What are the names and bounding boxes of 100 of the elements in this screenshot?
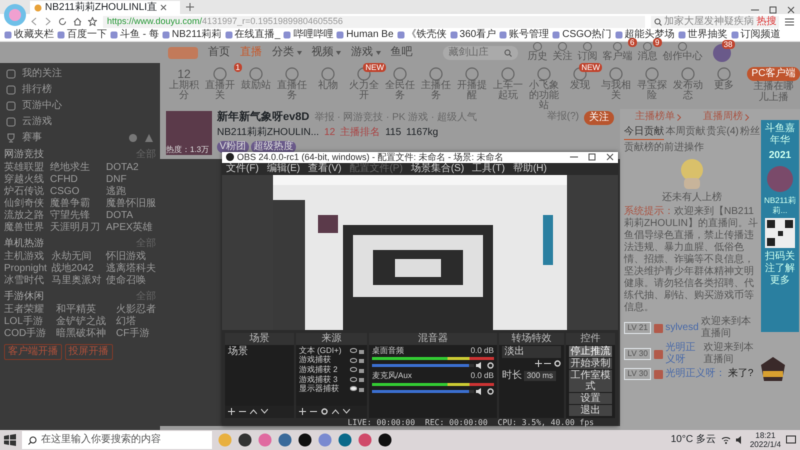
- bookmark-link[interactable]: 账号管理: [499, 29, 550, 41]
- category-link[interactable]: DOTA: [106, 210, 156, 222]
- volume-slider-fill[interactable]: [372, 390, 469, 393]
- toolbar-item[interactable]: 寻宝探险: [634, 67, 670, 101]
- toolbar-item[interactable]: 12 上期积分: [166, 67, 202, 102]
- forward-icon[interactable]: [44, 17, 52, 26]
- nav-link[interactable]: 游戏: [351, 46, 373, 60]
- category-link[interactable]: 英雄联盟: [4, 162, 44, 174]
- follow-button[interactable]: 关注: [584, 111, 614, 125]
- close-icon[interactable]: [787, 6, 795, 14]
- stream-thumbnail[interactable]: 热度：1.3万: [166, 111, 212, 155]
- ranking-tab[interactable]: 本周贡献: [665, 125, 706, 140]
- category-link[interactable]: 逃离塔科夫: [106, 263, 156, 275]
- ranking-link[interactable]: 直播周榜: [702, 111, 743, 123]
- sidebar-link[interactable]: 赛事: [22, 132, 42, 144]
- address-bar[interactable]: https://www.douyu.com/4131997_r=0.19519899804605556: [103, 16, 645, 28]
- category-link[interactable]: 永劫无间: [51, 251, 102, 263]
- transition-dropdown[interactable]: 淡出: [502, 346, 561, 358]
- chat-username[interactable]: sylvesd: [665, 322, 699, 334]
- scene-item[interactable]: 场景: [228, 346, 291, 358]
- category-link[interactable]: 金铲铲之战: [56, 316, 106, 328]
- toolbar-item[interactable]: 主播任务: [418, 67, 454, 101]
- toolbar-item[interactable]: 直播任务: [274, 67, 310, 101]
- ranking-link[interactable]: 主播榜单: [634, 111, 675, 123]
- notification-icon[interactable]: [786, 435, 796, 445]
- eye-icon[interactable]: [350, 358, 357, 363]
- header-link[interactable]: 创作中心: [662, 42, 702, 63]
- back-icon[interactable]: [30, 17, 38, 26]
- ranking-tab[interactable]: 粉丝: [740, 125, 760, 140]
- eye-icon[interactable]: [350, 348, 357, 354]
- home-icon[interactable]: [73, 17, 82, 26]
- category-link[interactable]: Propnight: [4, 263, 47, 275]
- new-tab-icon[interactable]: [186, 3, 194, 11]
- category-link[interactable]: 王者荣耀: [4, 304, 46, 316]
- taskbar-app-icon[interactable]: [298, 433, 312, 447]
- category-link[interactable]: CFHD: [50, 174, 100, 186]
- sidebar-link[interactable]: 排行榜: [4, 82, 156, 97]
- category-link[interactable]: 仙剑奇侠: [4, 198, 44, 210]
- menu-item[interactable]: 文件(F): [226, 162, 259, 175]
- toolbar-item[interactable]: 上车一起玩: [490, 67, 526, 101]
- taskbar-search-field[interactable]: 在这里输入你要搜索的内容: [22, 431, 212, 449]
- sidebar-link[interactable]: 我的关注: [4, 66, 156, 81]
- move-up-icon[interactable]: [250, 409, 257, 414]
- control-button[interactable]: 开始录制: [568, 358, 612, 369]
- close-icon[interactable]: [606, 153, 614, 162]
- category-link[interactable]: 火影忍者: [116, 304, 156, 316]
- category-link[interactable]: 魔兽争霸: [50, 198, 100, 210]
- category-link[interactable]: 流放之路: [4, 210, 44, 222]
- sidebar-link[interactable]: 页游中心: [4, 98, 156, 113]
- tag-chip[interactable]: 超级热度: [251, 141, 296, 154]
- maximize-icon[interactable]: [769, 6, 777, 14]
- category-link[interactable]: 穿越火线: [4, 174, 44, 186]
- bookmark-link[interactable]: Human Be: [336, 29, 394, 41]
- category-link[interactable]: 暗黑破坏神: [56, 328, 106, 340]
- move-up-icon[interactable]: [332, 409, 339, 414]
- move-down-icon[interactable]: [261, 409, 268, 414]
- toolbar-item[interactable]: 小飞象的功能站: [526, 67, 562, 111]
- chat-username[interactable]: 光明正义呀：: [665, 368, 726, 380]
- source-item[interactable]: 显示器捕获: [298, 384, 339, 394]
- browser-tab[interactable]: NB211莉莉ZHOULINLI直: [30, 1, 180, 14]
- category-link[interactable]: 战地2042: [51, 263, 102, 275]
- category-link[interactable]: 魔兽怀旧服: [106, 198, 156, 210]
- bookmark-link[interactable]: 收藏夹栏: [4, 29, 54, 41]
- reload-icon[interactable]: [58, 17, 67, 26]
- bookmark-link[interactable]: 在线直播_: [224, 29, 280, 41]
- category-link[interactable]: 绝地求生: [50, 162, 100, 174]
- control-button[interactable]: 停止推流: [568, 346, 612, 357]
- site-search-field[interactable]: 藏剑山庄: [442, 46, 518, 60]
- nav-link[interactable]: 首页: [208, 46, 230, 60]
- taskbar-app-icon[interactable]: [238, 433, 252, 447]
- header-link[interactable]: 历史: [528, 42, 548, 63]
- eye-icon[interactable]: [350, 376, 357, 382]
- category-link[interactable]: LOL手游: [4, 316, 46, 328]
- category-link[interactable]: 主机游戏: [4, 251, 47, 263]
- control-button[interactable]: 退出: [568, 404, 612, 416]
- source-item[interactable]: 游戏捕获 2: [298, 364, 338, 375]
- sidebar-button[interactable]: 投屏开播: [64, 344, 112, 360]
- eye-icon[interactable]: [350, 386, 357, 392]
- tag-chip[interactable]: V粉团: [217, 141, 249, 154]
- category-link[interactable]: 魔兽世界: [4, 222, 44, 234]
- chat-username[interactable]: 光明正义呀: [665, 342, 701, 366]
- menu-item[interactable]: 查看(V): [308, 162, 342, 175]
- category-link[interactable]: 使命召唤: [106, 275, 156, 287]
- category-link[interactable]: 和平精英: [56, 304, 106, 316]
- source-item[interactable]: 游戏捕获 3: [298, 374, 338, 384]
- streamer-name[interactable]: NB211莉莉ZHOULIN...: [217, 126, 320, 139]
- maximize-icon[interactable]: [588, 153, 596, 162]
- nav-link[interactable]: 视频: [312, 46, 334, 60]
- menu-item[interactable]: 场景集合(S): [410, 162, 464, 175]
- category-link[interactable]: 怀旧游戏: [106, 251, 156, 263]
- category-link[interactable]: 守望先锋: [50, 210, 100, 222]
- category-link[interactable]: DNF: [106, 174, 156, 186]
- close-icon[interactable]: [160, 4, 168, 11]
- menu-item[interactable]: 帮助(H): [512, 162, 547, 175]
- category-link[interactable]: COD手游: [4, 328, 46, 340]
- category-link[interactable]: 逃跑: [106, 186, 156, 198]
- menu-item[interactable]: 工具(T): [472, 162, 505, 175]
- toolbar-item[interactable]: 开播提醒: [454, 67, 490, 101]
- category-link[interactable]: 炉石传说: [4, 186, 44, 198]
- category-link[interactable]: CSGO: [50, 186, 100, 198]
